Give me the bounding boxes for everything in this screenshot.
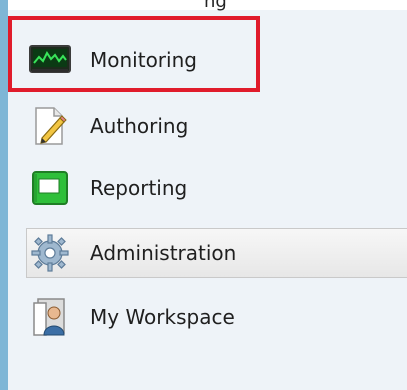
- my-workspace-icon: [26, 295, 74, 339]
- nav-item-reporting[interactable]: Reporting: [26, 163, 404, 213]
- authoring-icon: [26, 104, 74, 148]
- nav-item-monitoring[interactable]: Monitoring: [26, 35, 404, 85]
- administration-icon: [26, 231, 74, 275]
- nav-item-my-workspace[interactable]: My Workspace: [26, 292, 404, 342]
- nav-item-authoring[interactable]: Authoring: [26, 101, 404, 151]
- pane-left-edge: [0, 0, 8, 390]
- nav-item-administration[interactable]: Administration: [26, 228, 404, 278]
- nav-item-label: Reporting: [90, 176, 188, 200]
- nav-item-label: Monitoring: [90, 48, 197, 72]
- monitoring-icon: [26, 38, 74, 82]
- header-partial-text: ng: [204, 0, 227, 12]
- nav-item-label: Authoring: [90, 114, 189, 138]
- top-strip: ng: [8, 0, 407, 12]
- nav-item-label: Administration: [90, 241, 237, 265]
- nav-item-label: My Workspace: [90, 305, 235, 329]
- reporting-icon: [26, 166, 74, 210]
